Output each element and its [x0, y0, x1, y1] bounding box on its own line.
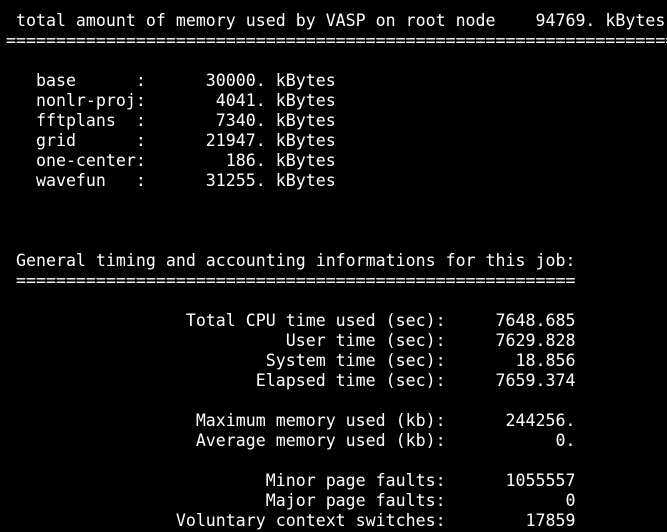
terminal-line: System time (sec): 18.856 — [6, 351, 576, 370]
terminal-line: ========================================… — [6, 31, 667, 50]
terminal-line: grid : 21947. kBytes — [6, 131, 336, 150]
terminal-line: User time (sec): 7629.828 — [6, 331, 576, 350]
terminal-line: Average memory used (kb): 0. — [6, 431, 576, 450]
terminal-line: wavefun : 31255. kBytes — [6, 171, 336, 190]
terminal-line: nonlr-proj: 4041. kBytes — [6, 91, 336, 110]
terminal-line: Elapsed time (sec): 7659.374 — [6, 371, 576, 390]
terminal-line: one-center: 186. kBytes — [6, 151, 336, 170]
terminal-line: Major page faults: 0 — [6, 491, 576, 510]
terminal-line: total amount of memory used by VASP on r… — [6, 11, 666, 30]
terminal-window[interactable]: total amount of memory used by VASP on r… — [0, 0, 667, 532]
terminal-line: Maximum memory used (kb): 244256. — [6, 411, 576, 430]
terminal-line: base : 30000. kBytes — [6, 71, 336, 90]
terminal-line: ========================================… — [6, 271, 576, 290]
terminal-line: fftplans : 7340. kBytes — [6, 111, 336, 130]
terminal-line: Voluntary context switches: 17859 — [6, 511, 576, 530]
terminal-line: Minor page faults: 1055557 — [6, 471, 576, 490]
terminal-line: Total CPU time used (sec): 7648.685 — [6, 311, 576, 330]
terminal-line: General timing and accounting informatio… — [6, 251, 576, 270]
terminal-output: total amount of memory used by VASP on r… — [0, 0, 667, 532]
